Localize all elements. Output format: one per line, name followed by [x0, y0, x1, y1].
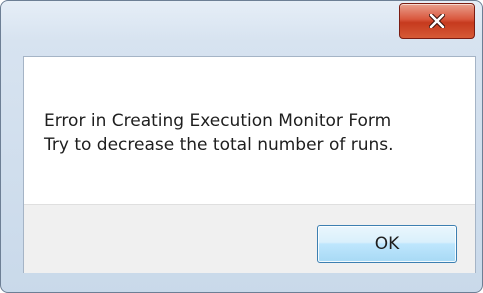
- dialog-client-area: Error in Creating Execution Monitor Form…: [23, 56, 476, 273]
- error-message-line: Try to decrease the total number of runs…: [44, 135, 394, 155]
- close-icon: [429, 14, 445, 28]
- error-message-line: Error in Creating Execution Monitor Form: [44, 111, 392, 131]
- ok-button[interactable]: OK: [317, 225, 457, 263]
- message-area: Error in Creating Execution Monitor Form…: [24, 57, 475, 204]
- button-bar: OK: [24, 204, 475, 273]
- dialog-window: Error in Creating Execution Monitor Form…: [0, 0, 483, 293]
- title-bar: [1, 1, 482, 56]
- error-message: Error in Creating Execution Monitor Form…: [44, 109, 394, 157]
- close-button[interactable]: [399, 3, 475, 39]
